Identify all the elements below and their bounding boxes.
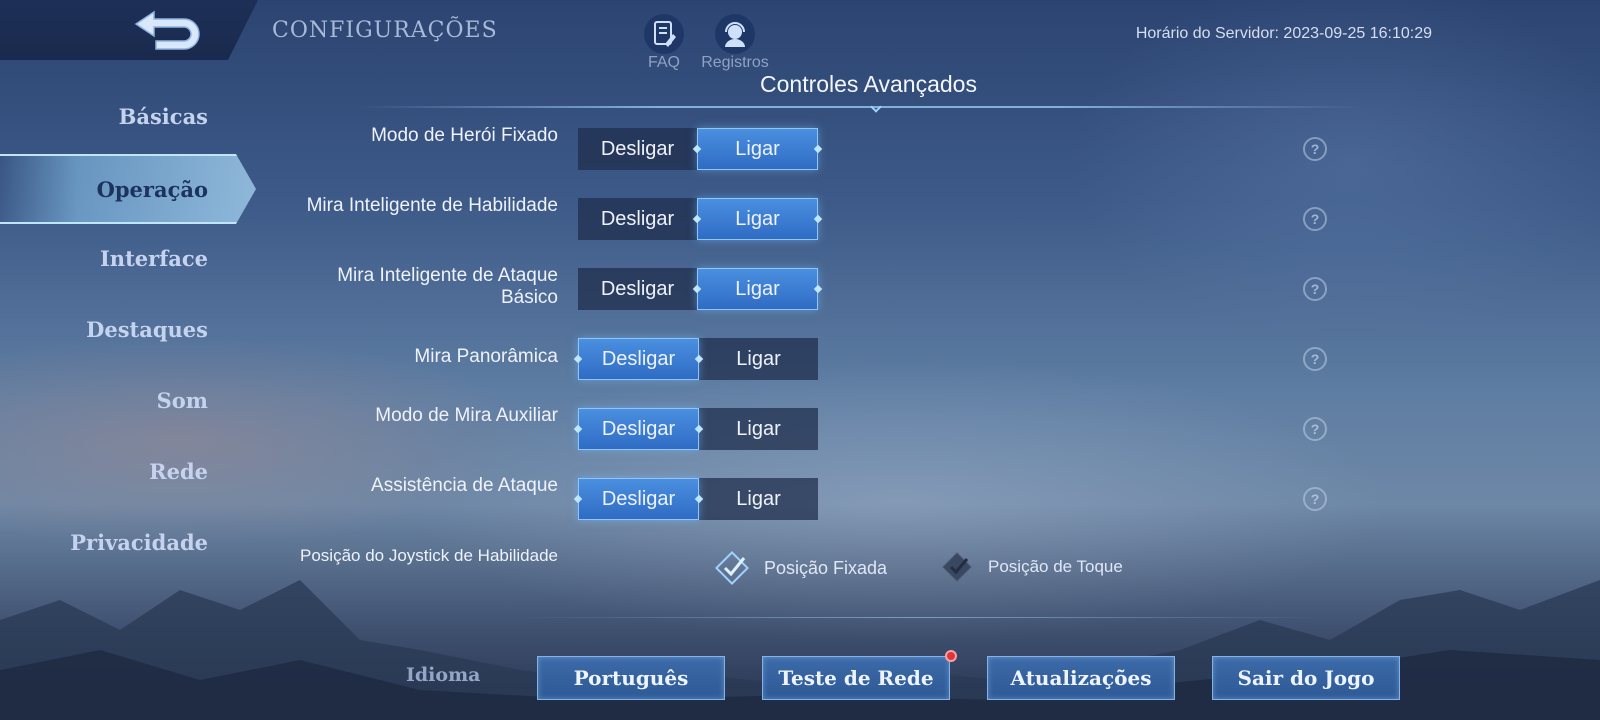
toggle-on-option[interactable]: Ligar (697, 128, 818, 170)
records-button[interactable]: Registros (700, 14, 770, 71)
faq-icon (644, 14, 684, 54)
joystick-option-fixed[interactable]: Posição Fixada (714, 550, 887, 586)
checked-diamond-icon (715, 551, 749, 585)
records-label: Registros (701, 54, 769, 71)
joystick-option-label: Posição Fixada (764, 557, 888, 578)
section-divider-marker (870, 101, 882, 113)
sidebar-item-basicas[interactable]: Básicas (0, 104, 208, 129)
toggle-on-option[interactable]: Ligar (699, 338, 818, 380)
joystick-option-label: Posição de Toque (988, 557, 1123, 576)
back-arrow-icon (134, 10, 200, 50)
language-label: Idioma (406, 664, 481, 686)
faq-label: FAQ (647, 54, 680, 71)
toggle-switch: Desligar Ligar (578, 408, 818, 450)
toggle-on-option[interactable]: Ligar (699, 478, 818, 520)
help-icon[interactable]: ? (1303, 487, 1327, 511)
toggle-switch: Desligar Ligar (578, 338, 818, 380)
toggle-off-option[interactable]: Desligar (578, 338, 699, 380)
sidebar-item-interface[interactable]: Interface (0, 246, 208, 271)
section-divider (360, 106, 1360, 108)
toggle-switch: Desligar Ligar (578, 268, 818, 310)
help-icon[interactable]: ? (1303, 417, 1327, 441)
back-button[interactable] (128, 8, 208, 54)
page-title: CONFIGURAÇÕES (272, 18, 498, 43)
help-icon[interactable]: ? (1303, 347, 1327, 371)
help-icon[interactable]: ? (1303, 137, 1327, 161)
sidebar-item-operacao[interactable]: Operação (0, 154, 256, 224)
customer-service-icon (715, 14, 755, 54)
faq-button[interactable]: FAQ (629, 14, 699, 71)
toggle-on-option[interactable]: Ligar (697, 268, 818, 310)
toggle-off-option[interactable]: Desligar (578, 478, 699, 520)
sidebar-item-label: Operação (96, 177, 208, 202)
setting-label: Mira Inteligente de Habilidade (306, 195, 558, 216)
section-title: Controles Avançados (760, 71, 977, 97)
help-icon[interactable]: ? (1303, 207, 1327, 231)
setting-label: Assistência de Ataque (371, 475, 558, 496)
help-icon[interactable]: ? (1303, 277, 1327, 301)
toggle-off-option[interactable]: Desligar (578, 128, 697, 170)
joystick-position-label: Posição do Joystick de Habilidade (300, 546, 558, 565)
setting-label: Mira Inteligente de Ataque Básico (337, 265, 558, 308)
toggle-switch: Desligar Ligar (578, 478, 818, 520)
toggle-off-option[interactable]: Desligar (578, 408, 699, 450)
notification-dot (945, 650, 957, 662)
toggle-on-option[interactable]: Ligar (697, 198, 818, 240)
network-test-button[interactable]: Teste de Rede (762, 656, 950, 700)
setting-label: Modo de Herói Fixado (371, 125, 558, 146)
unchecked-diamond-icon (942, 552, 972, 582)
toggle-on-option[interactable]: Ligar (699, 408, 818, 450)
setting-label: Mira Panorâmica (414, 346, 558, 367)
setting-label: Modo de Mira Auxiliar (375, 405, 558, 426)
toggle-switch: Desligar Ligar (578, 198, 818, 240)
sidebar-item-som[interactable]: Som (0, 388, 208, 413)
toggle-off-option[interactable]: Desligar (578, 268, 697, 310)
sidebar-item-destaques[interactable]: Destaques (0, 317, 208, 342)
language-button[interactable]: Português (537, 656, 725, 700)
toggle-off-option[interactable]: Desligar (578, 198, 697, 240)
sidebar-item-privacidade[interactable]: Privacidade (0, 530, 208, 555)
footer-divider (520, 617, 1320, 618)
server-time: Horário do Servidor: 2023-09-25 16:10:29 (1135, 25, 1432, 42)
sidebar-item-rede[interactable]: Rede (0, 459, 208, 484)
updates-button[interactable]: Atualizações (987, 656, 1175, 700)
exit-game-button[interactable]: Sair do Jogo (1212, 656, 1400, 700)
joystick-option-touch[interactable]: Posição de Toque (940, 550, 1123, 584)
toggle-switch: Desligar Ligar (578, 128, 818, 170)
